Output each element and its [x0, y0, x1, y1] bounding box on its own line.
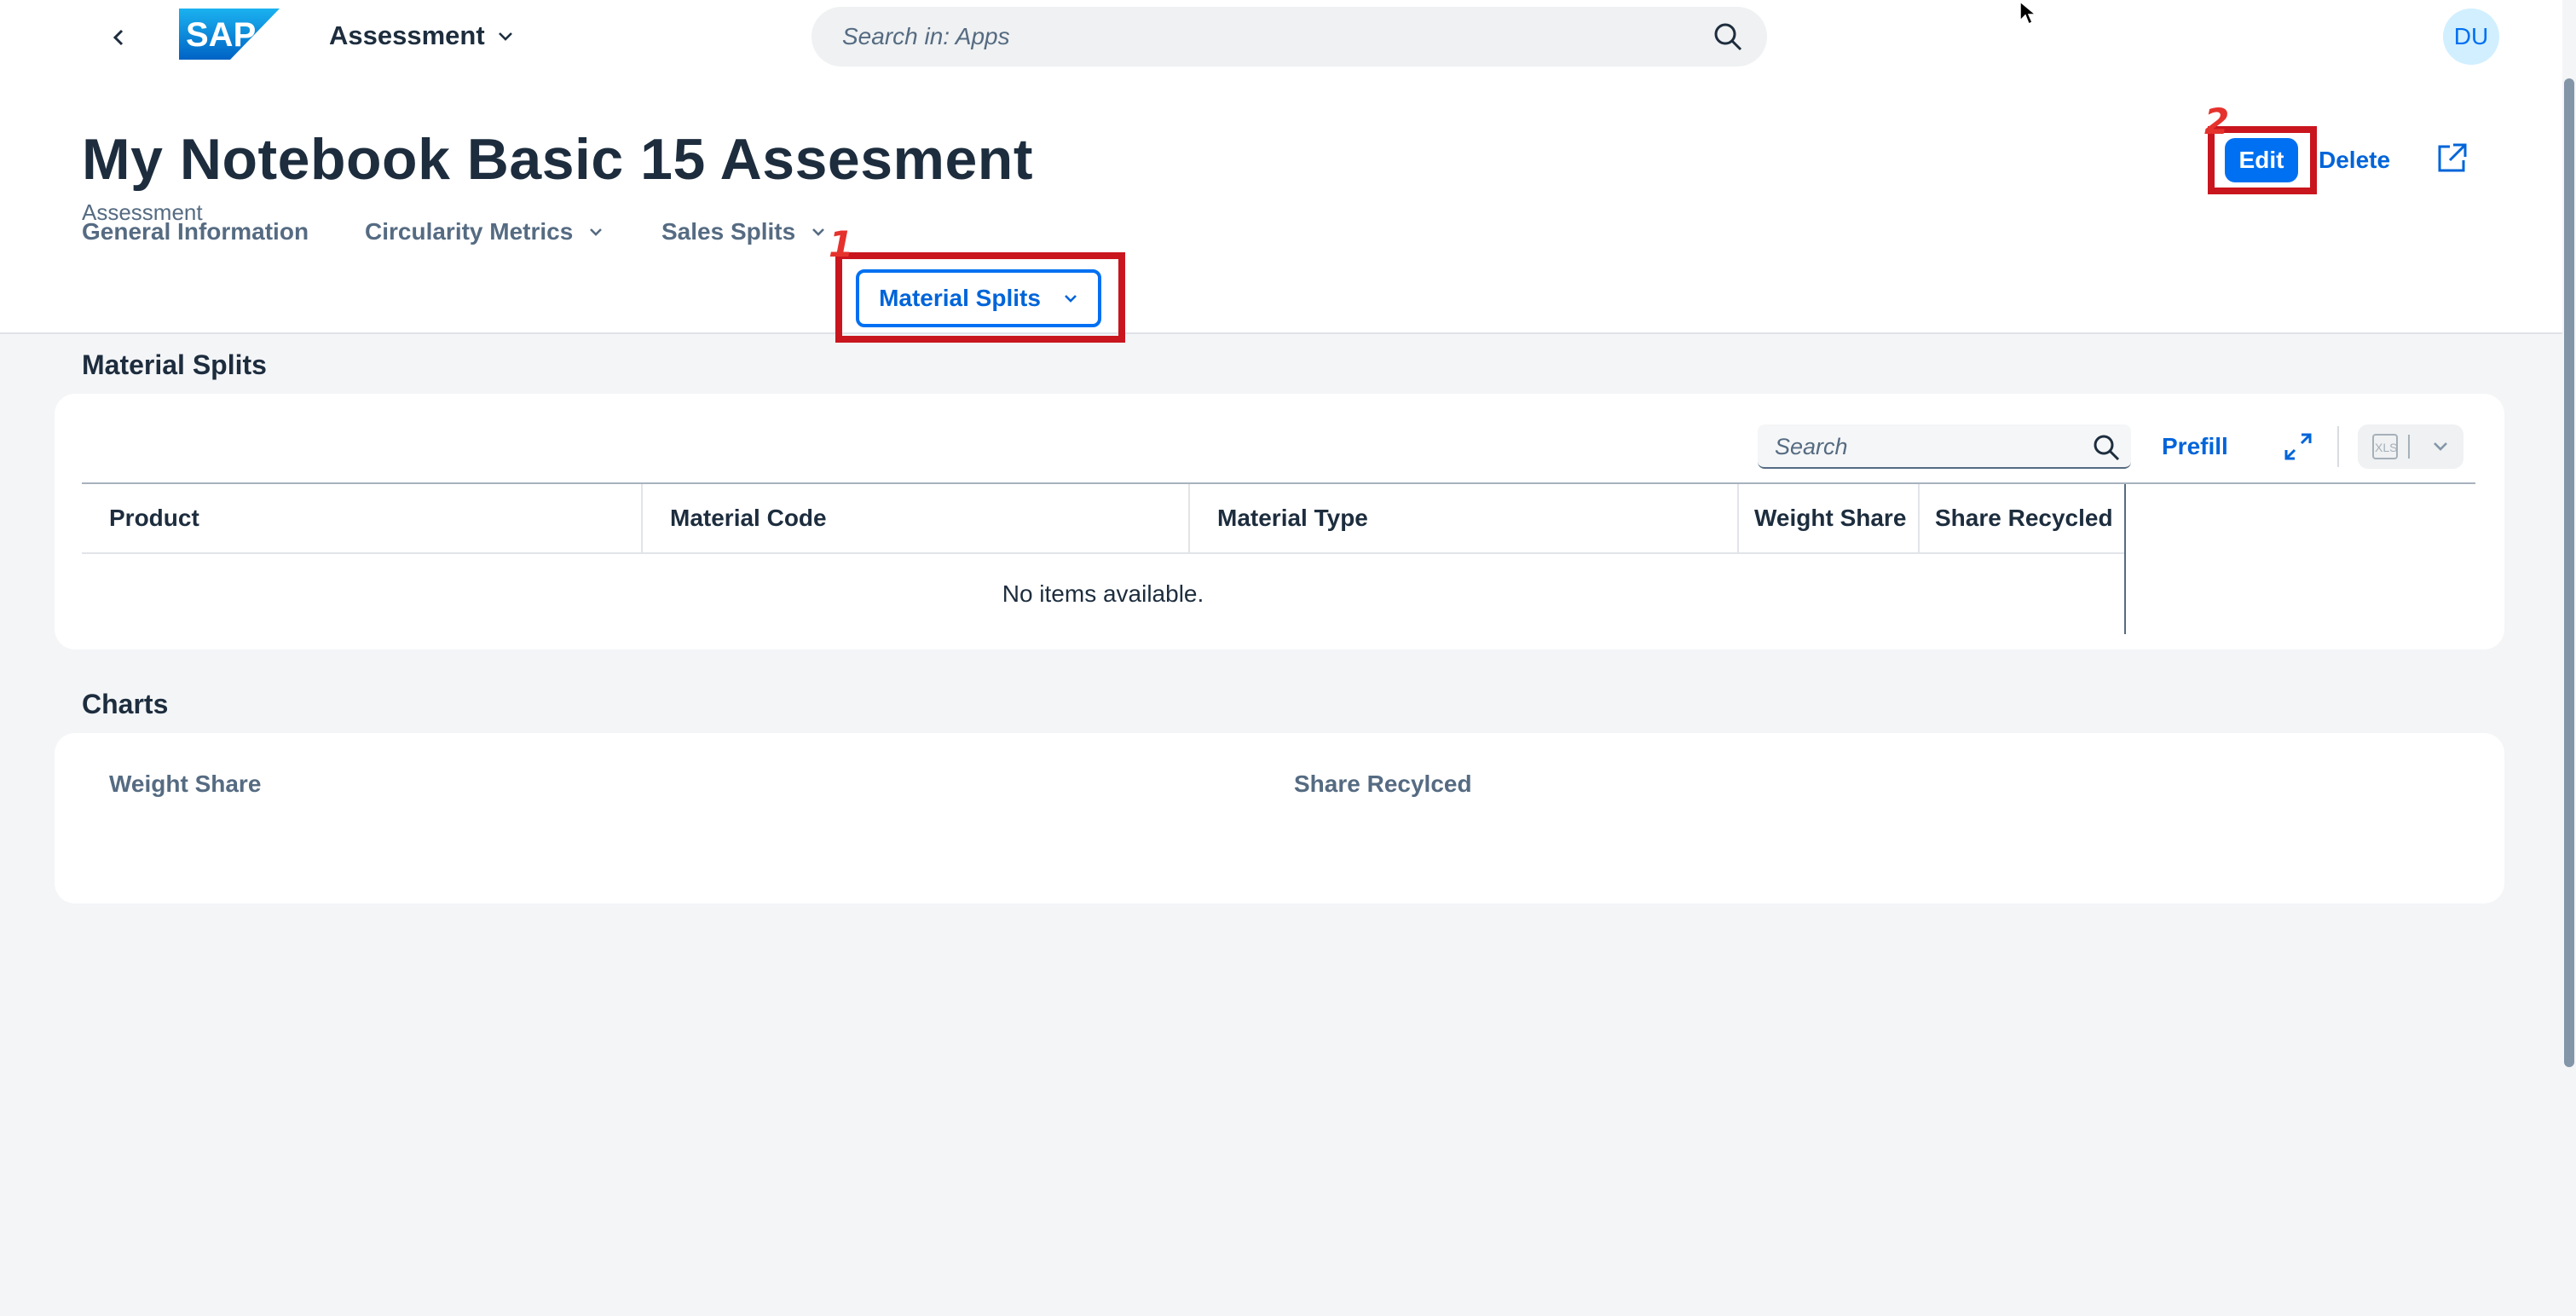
page-scrollbar-thumb[interactable]: [2564, 78, 2574, 1067]
sap-logo[interactable]: SAP: [179, 9, 280, 60]
tab-sales-splits[interactable]: Sales Splits: [661, 208, 826, 256]
table-search-placeholder: Search: [1775, 434, 1848, 459]
tab-label: Circularity Metrics: [365, 218, 574, 245]
column-header-material-type[interactable]: Material Type: [1190, 484, 1739, 552]
table-end-border: [2124, 484, 2126, 634]
fullscreen-icon[interactable]: [2281, 430, 2315, 464]
delete-button[interactable]: Delete: [2319, 138, 2390, 182]
app-title: Assessment: [329, 20, 485, 50]
chevron-down-icon: [1065, 295, 1077, 303]
export-to-spreadsheet-button[interactable]: XLS: [2358, 424, 2463, 469]
chevron-down-icon[interactable]: [2426, 432, 2455, 461]
svg-text:SAP: SAP: [186, 16, 256, 54]
tab-label: General Information: [82, 218, 309, 245]
app-title-menu[interactable]: Assessment: [329, 17, 514, 55]
tab-general-information[interactable]: General Information: [82, 208, 309, 256]
section-title-charts: Charts: [82, 689, 169, 719]
column-header-material-code[interactable]: Material Code: [643, 484, 1190, 552]
search-icon[interactable]: [1713, 21, 1743, 52]
object-page-header: My Notebook Basic 15 Assesment Assessmen…: [0, 73, 2562, 343]
chevron-down-icon: [498, 32, 512, 41]
annotation-number-2: 2: [2204, 101, 2230, 142]
column-header-share-recycled[interactable]: Share Recycled: [1920, 484, 2124, 552]
xls-export-icon: XLS: [2372, 434, 2410, 459]
shell-bar: SAP Assessment Search in: Apps DU: [0, 0, 2562, 73]
section-title-material-splits: Material Splits: [82, 349, 267, 380]
page-title: My Notebook Basic 15 Assesment: [82, 127, 1033, 192]
toolbar-divider: [2337, 426, 2339, 467]
annotation-number-1: 1: [829, 223, 854, 265]
chart-title-weight-share: Weight Share: [109, 771, 262, 797]
search-icon[interactable]: [2092, 433, 2121, 462]
chevron-down-icon: [590, 228, 603, 236]
chevron-left-icon: [113, 29, 124, 46]
svg-text:XLS: XLS: [2375, 441, 2397, 454]
table-search-field[interactable]: Search: [1758, 424, 2131, 469]
tab-circularity-metrics[interactable]: Circularity Metrics: [365, 208, 604, 256]
user-avatar[interactable]: DU: [2443, 9, 2499, 65]
tab-label: Material Splits: [879, 285, 1041, 311]
mouse-cursor-icon: [2019, 0, 2038, 26]
shell-search-field[interactable]: Search in: Apps: [811, 7, 1767, 66]
charts-card: [55, 733, 2504, 903]
tab-material-splits[interactable]: Material Splits: [856, 269, 1101, 327]
chart-title-share-recycled: Share Recylced: [1294, 771, 1472, 797]
column-header-product[interactable]: Product: [82, 484, 643, 552]
column-header-weight-share[interactable]: Weight Share: [1739, 484, 1920, 552]
share-icon[interactable]: [2433, 140, 2470, 177]
shell-search-placeholder: Search in: Apps: [842, 23, 1010, 49]
prefill-button[interactable]: Prefill: [2162, 424, 2228, 469]
chevron-down-icon: [812, 228, 825, 236]
edit-button[interactable]: Edit: [2225, 138, 2298, 182]
sap-logo-graphic: SAP: [179, 9, 280, 60]
back-button[interactable]: [101, 19, 138, 56]
table-empty-message: No items available.: [1002, 580, 1204, 607]
tab-label: Sales Splits: [661, 218, 796, 245]
